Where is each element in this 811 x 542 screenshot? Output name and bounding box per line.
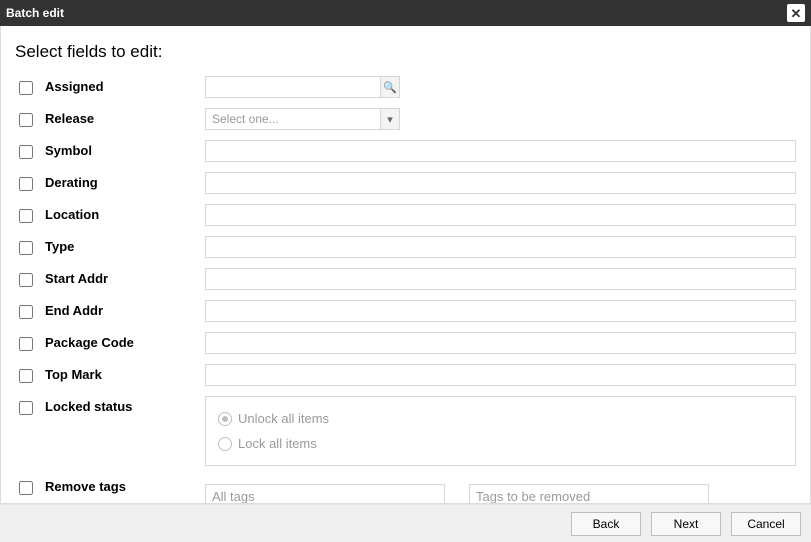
remove-tags-columns: All tags Tags to be removed xyxy=(205,484,796,503)
scroll-area[interactable]: Select fields to edit: Assigned 🔍 Releas… xyxy=(1,26,810,503)
label-locked-status: Locked status xyxy=(45,396,205,414)
dialog-footer: Back Next Cancel xyxy=(0,504,811,542)
row-location: Location xyxy=(15,204,796,226)
cancel-button[interactable]: Cancel xyxy=(731,512,801,536)
release-select: ▾ xyxy=(205,108,400,130)
row-end-addr: End Addr xyxy=(15,300,796,322)
row-derating: Derating xyxy=(15,172,796,194)
checkbox-package-code[interactable] xyxy=(19,337,33,351)
derating-input[interactable] xyxy=(205,172,796,194)
row-type: Type xyxy=(15,236,796,258)
checkbox-location[interactable] xyxy=(19,209,33,223)
locked-status-group: Unlock all items Lock all items xyxy=(205,396,796,466)
label-end-addr: End Addr xyxy=(45,300,205,318)
radio-icon xyxy=(218,437,232,451)
row-release: Release ▾ xyxy=(15,108,796,130)
label-symbol: Symbol xyxy=(45,140,205,158)
label-remove-tags: Remove tags xyxy=(45,476,205,494)
dialog-body: Select fields to edit: Assigned 🔍 Releas… xyxy=(0,26,811,504)
radio-icon xyxy=(218,412,232,426)
symbol-input[interactable] xyxy=(205,140,796,162)
end-addr-input[interactable] xyxy=(205,300,796,322)
row-top-mark: Top Mark xyxy=(15,364,796,386)
row-assigned: Assigned 🔍 xyxy=(15,76,796,98)
assigned-input[interactable] xyxy=(205,76,380,98)
title-bar: Batch edit ✕ xyxy=(0,0,811,26)
close-icon: ✕ xyxy=(791,7,802,20)
radio-lock-all[interactable]: Lock all items xyxy=(218,436,783,451)
start-addr-input[interactable] xyxy=(205,268,796,290)
row-symbol: Symbol xyxy=(15,140,796,162)
checkbox-type[interactable] xyxy=(19,241,33,255)
location-input[interactable] xyxy=(205,204,796,226)
label-package-code: Package Code xyxy=(45,332,205,350)
label-derating: Derating xyxy=(45,172,205,190)
chevron-down-icon: ▾ xyxy=(387,113,393,126)
assigned-search-button[interactable]: 🔍 xyxy=(380,76,400,98)
back-button[interactable]: Back xyxy=(571,512,641,536)
assigned-picker: 🔍 xyxy=(205,76,400,98)
tags-to-remove-label: Tags to be removed xyxy=(476,489,590,503)
close-button[interactable]: ✕ xyxy=(787,4,805,22)
row-package-code: Package Code xyxy=(15,332,796,354)
row-remove-tags: Remove tags All tags Tags to be removed xyxy=(15,476,796,503)
checkbox-release[interactable] xyxy=(19,113,33,127)
row-locked-status: Locked status Unlock all items Lock all … xyxy=(15,396,796,466)
all-tags-label: All tags xyxy=(212,489,255,503)
checkbox-remove-tags[interactable] xyxy=(19,481,33,495)
radio-unlock-label: Unlock all items xyxy=(238,411,329,426)
label-assigned: Assigned xyxy=(45,76,205,94)
release-dropdown-button[interactable]: ▾ xyxy=(380,108,400,130)
release-input[interactable] xyxy=(205,108,380,130)
dialog-title: Batch edit xyxy=(6,6,64,20)
checkbox-derating[interactable] xyxy=(19,177,33,191)
page-heading: Select fields to edit: xyxy=(15,42,796,62)
row-start-addr: Start Addr xyxy=(15,268,796,290)
label-top-mark: Top Mark xyxy=(45,364,205,382)
top-mark-input[interactable] xyxy=(205,364,796,386)
checkbox-start-addr[interactable] xyxy=(19,273,33,287)
checkbox-locked-status[interactable] xyxy=(19,401,33,415)
package-code-input[interactable] xyxy=(205,332,796,354)
label-type: Type xyxy=(45,236,205,254)
checkbox-symbol[interactable] xyxy=(19,145,33,159)
checkbox-end-addr[interactable] xyxy=(19,305,33,319)
label-start-addr: Start Addr xyxy=(45,268,205,286)
label-release: Release xyxy=(45,108,205,126)
tags-to-remove-box[interactable]: Tags to be removed xyxy=(469,484,709,503)
radio-unlock-all[interactable]: Unlock all items xyxy=(218,411,783,426)
checkbox-assigned[interactable] xyxy=(19,81,33,95)
type-input[interactable] xyxy=(205,236,796,258)
search-icon: 🔍 xyxy=(383,81,397,94)
radio-lock-label: Lock all items xyxy=(238,436,317,451)
label-location: Location xyxy=(45,204,205,222)
checkbox-top-mark[interactable] xyxy=(19,369,33,383)
next-button[interactable]: Next xyxy=(651,512,721,536)
all-tags-box[interactable]: All tags xyxy=(205,484,445,503)
